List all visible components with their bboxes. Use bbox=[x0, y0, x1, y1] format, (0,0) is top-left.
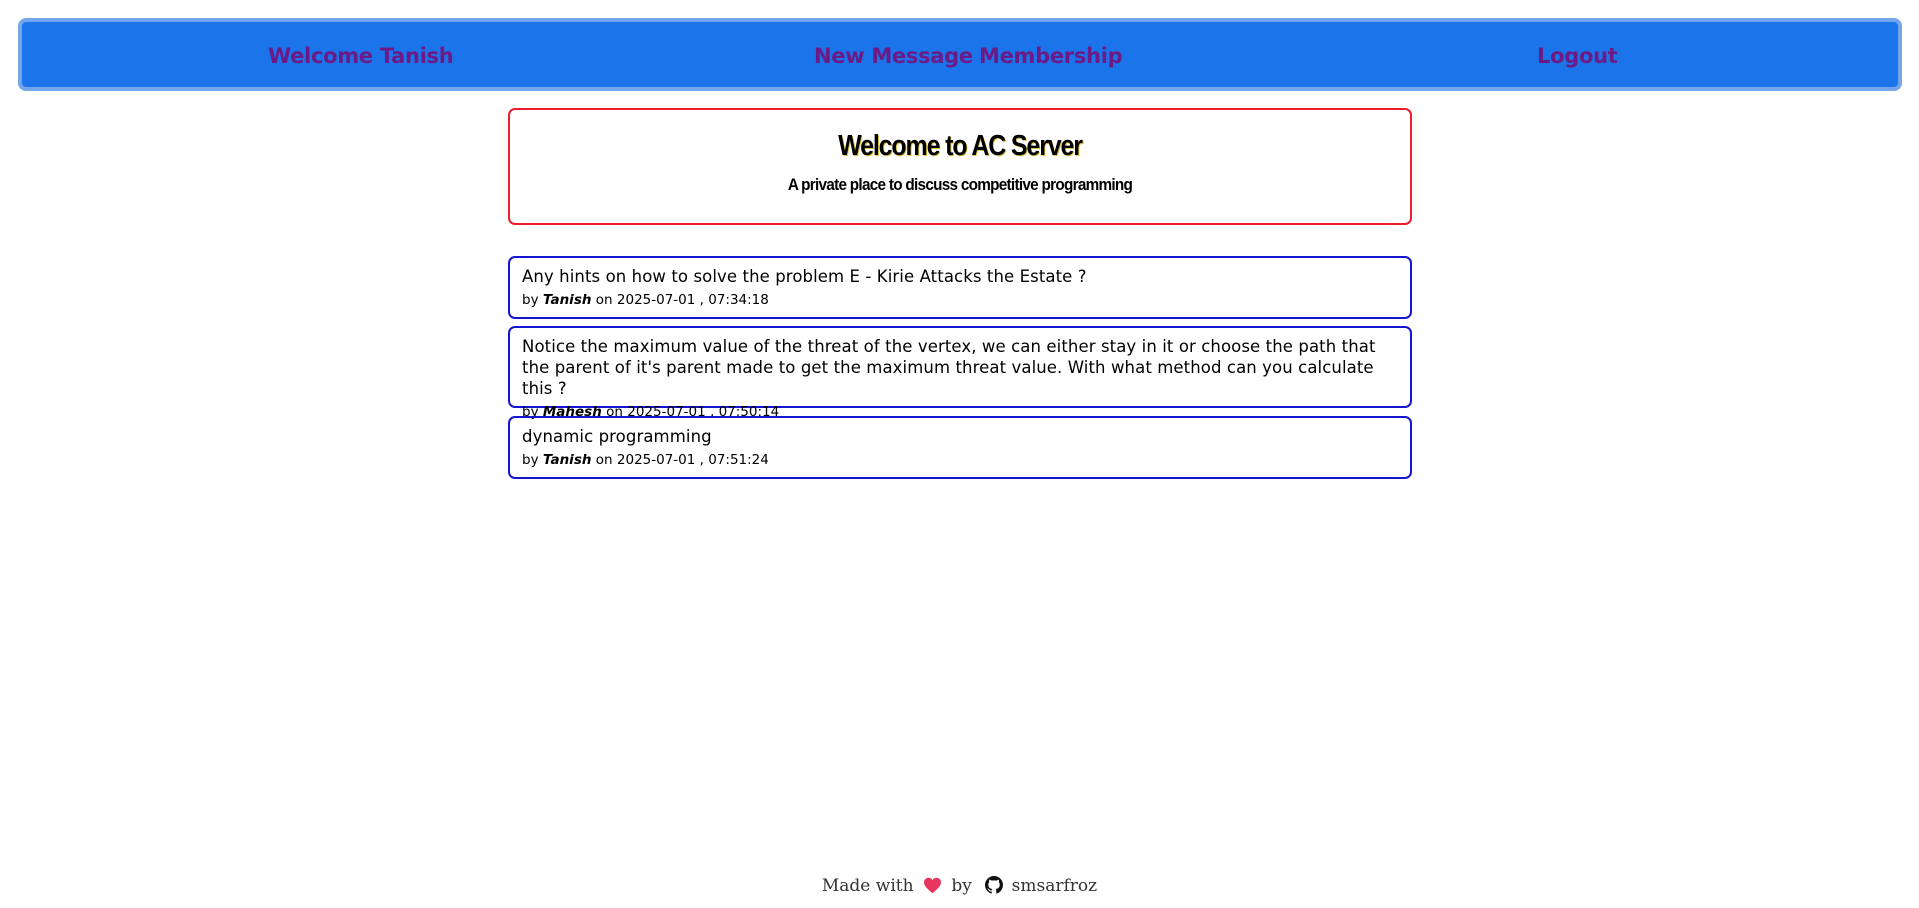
meta-by: by bbox=[522, 452, 539, 468]
message-text: dynamic programming bbox=[522, 427, 712, 446]
navbar: Welcome Tanish New Message Membership Lo… bbox=[18, 18, 1902, 91]
logout-link[interactable]: Logout bbox=[1537, 44, 1618, 68]
meta-on: on bbox=[595, 292, 613, 308]
message-meta: by Tanish on 2025-07-01 , 07:34:18 bbox=[522, 292, 1398, 308]
message-author: Tanish bbox=[542, 292, 592, 308]
message-timestamp: 2025-07-01 , 07:51:24 bbox=[616, 452, 769, 468]
message-card: dynamic programming by Tanish on 2025-07… bbox=[508, 416, 1412, 479]
footer-by: by bbox=[951, 876, 972, 896]
message-meta: by Tanish on 2025-07-01 , 07:51:24 bbox=[522, 452, 1398, 468]
welcome-banner: Welcome to AC Server A private place to … bbox=[508, 108, 1412, 225]
membership-link[interactable]: Membership bbox=[979, 44, 1123, 68]
message-card: Notice the maximum value of the threat o… bbox=[508, 326, 1412, 420]
new-message-link[interactable]: New Message bbox=[814, 44, 973, 68]
message-author: Tanish bbox=[542, 452, 592, 468]
footer-made-with: Made with bbox=[821, 876, 914, 896]
github-icon[interactable] bbox=[985, 876, 1004, 899]
meta-on: on bbox=[595, 452, 613, 468]
message-text: Any hints on how to solve the problem E … bbox=[522, 267, 1087, 286]
meta-by: by bbox=[522, 292, 539, 308]
footer: Made with by smsarfroz bbox=[0, 876, 1919, 899]
heart-icon bbox=[923, 877, 942, 899]
author-link[interactable]: smsarfroz bbox=[1012, 876, 1097, 896]
page-subtitle: A private place to discuss competitive p… bbox=[787, 175, 1133, 194]
message-timestamp: 2025-07-01 , 07:34:18 bbox=[616, 292, 769, 308]
message-text: Notice the maximum value of the threat o… bbox=[522, 337, 1376, 398]
message-card: Any hints on how to solve the problem E … bbox=[508, 256, 1412, 319]
page-title: Welcome to AC Server bbox=[838, 130, 1083, 162]
welcome-user-link[interactable]: Welcome Tanish bbox=[268, 44, 454, 68]
